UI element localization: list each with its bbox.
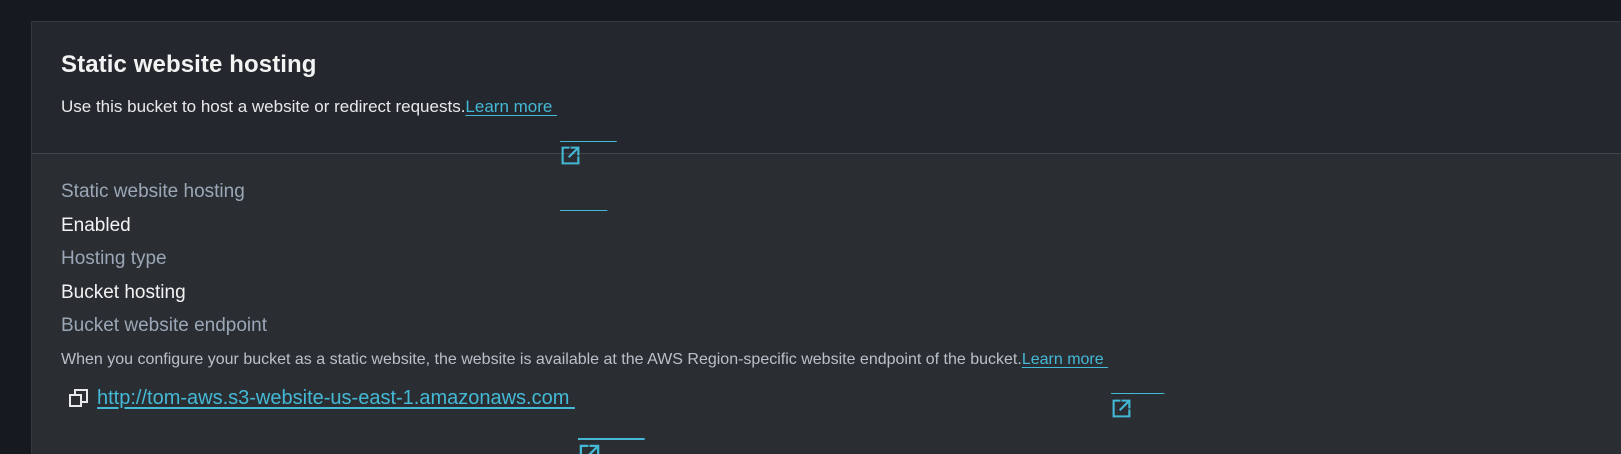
hosting-value: Enabled [61,215,131,236]
learn-more-label: Learn more [465,97,558,116]
panel-title: Static website hosting [61,51,317,78]
endpoint-url: http://tom-aws.s3-website-us-east-1.amaz… [97,387,575,409]
static-website-hosting-panel: Static website hosting Use this bucket t… [31,21,1621,454]
endpoint-learn-more-link[interactable]: Learn more [1021,348,1132,417]
endpoint-learn-more-label: Learn more [1021,351,1109,368]
hosting-type-label: Hosting type [61,248,167,269]
learn-more-link[interactable]: Learn more [465,95,581,164]
copy-icon[interactable] [67,386,91,410]
external-link-icon [560,97,581,164]
endpoint-label: Bucket website endpoint [61,315,267,336]
hosting-type-value: Bucket hosting [61,282,186,303]
endpoint-row: http://tom-aws.s3-website-us-east-1.amaz… [61,384,1621,454]
panel-body: Static website hosting Enabled Hosting t… [32,154,1621,454]
hosting-label: Static website hosting [61,181,245,202]
panel-description-text: Use this bucket to host a website or red… [61,97,466,116]
panel-header: Static website hosting Use this bucket t… [32,22,1621,164]
endpoint-url-link[interactable]: http://tom-aws.s3-website-us-east-1.amaz… [97,384,601,454]
external-link-icon [578,387,601,454]
endpoint-description-text: When you configure your bucket as a stat… [61,351,1022,368]
external-link-icon [1111,350,1132,417]
panel-description: Use this bucket to host a website or red… [61,95,1621,164]
page: Static website hosting Use this bucket t… [0,0,1621,454]
endpoint-description: When you configure your bucket as a stat… [61,348,1621,417]
